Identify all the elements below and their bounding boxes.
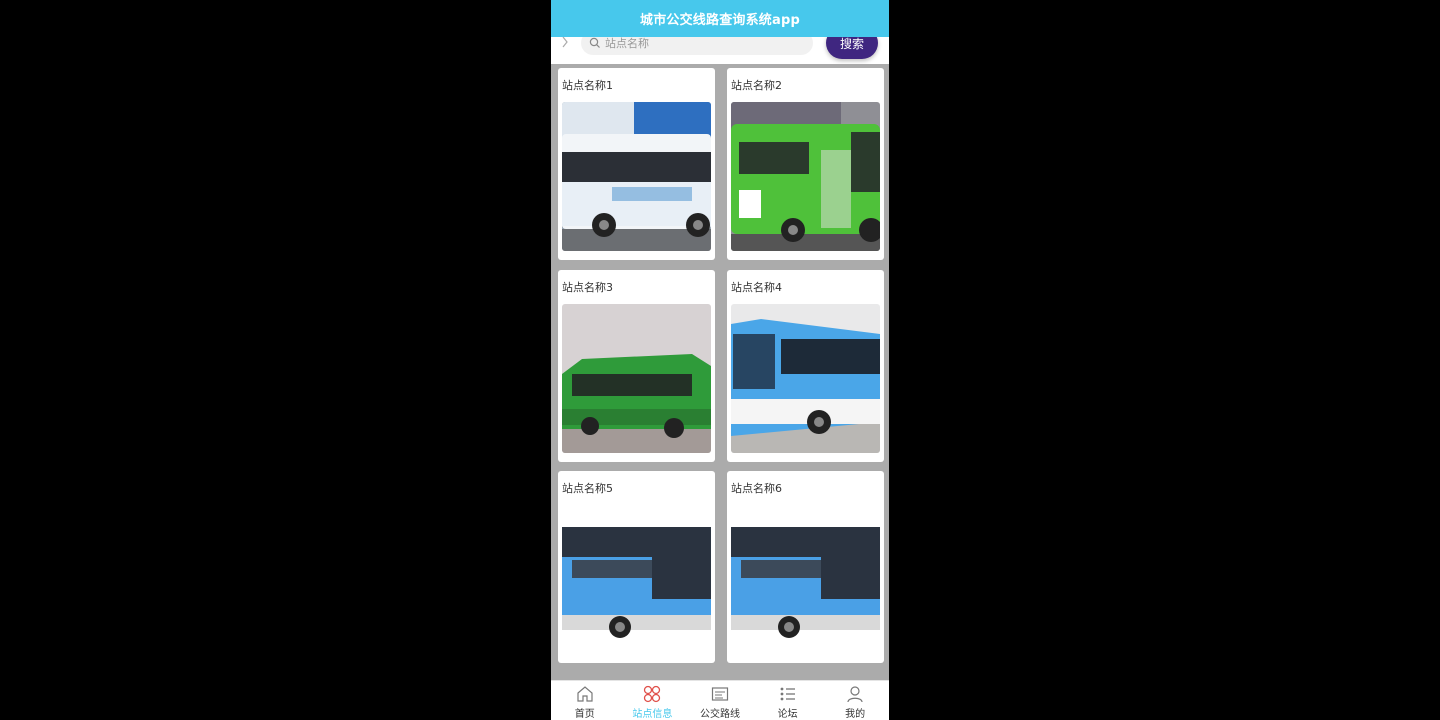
user-icon	[847, 686, 863, 703]
station-name: 站点名称5	[562, 482, 613, 495]
tab-label: 站点信息	[632, 709, 673, 720]
forum-icon	[780, 687, 795, 701]
search-bar: 站点名称 搜索	[551, 37, 889, 64]
search-placeholder: 站点名称	[605, 37, 649, 50]
station-name: 站点名称4	[731, 281, 782, 294]
station-name: 站点名称2	[731, 79, 782, 92]
search-icon	[589, 37, 600, 48]
station-name: 站点名称6	[731, 482, 782, 495]
station-image	[731, 304, 880, 453]
station-card[interactable]: 站点名称5	[558, 471, 715, 663]
station-image	[731, 505, 880, 654]
phone-screen: 城市公交线路查询系统app 站点名称 搜索 站点名称1 站点名称2 站点名称3 …	[551, 0, 889, 720]
station-image	[562, 102, 711, 251]
back-chevron-icon[interactable]	[559, 37, 571, 49]
station-name: 站点名称1	[562, 79, 613, 92]
tab-label: 论坛	[777, 709, 798, 720]
station-card[interactable]: 站点名称6	[727, 471, 884, 663]
app-title: 城市公交线路查询系统app	[640, 13, 800, 28]
station-image	[731, 102, 880, 251]
tab-bus-routes[interactable]: 公交路线	[686, 681, 754, 720]
station-image	[562, 304, 711, 453]
station-card[interactable]: 站点名称3	[558, 270, 715, 462]
search-button[interactable]: 搜索	[826, 37, 878, 59]
tab-label: 公交路线	[699, 709, 740, 720]
bottom-tab-bar: 首页 站点信息 公交路线 论坛 我的	[551, 680, 889, 720]
station-card[interactable]: 站点名称2	[727, 68, 884, 260]
route-icon	[711, 687, 729, 701]
tab-label: 首页	[574, 709, 595, 720]
home-icon	[577, 686, 593, 702]
station-card[interactable]: 站点名称4	[727, 270, 884, 462]
search-input[interactable]: 站点名称	[581, 37, 813, 55]
app-title-bar: 城市公交线路查询系统app	[551, 0, 889, 37]
tab-forum[interactable]: 论坛	[754, 681, 822, 720]
station-icon	[644, 685, 661, 703]
station-image	[562, 505, 711, 654]
station-card[interactable]: 站点名称1	[558, 68, 715, 260]
tab-mine[interactable]: 我的	[821, 681, 889, 720]
tab-home[interactable]: 首页	[551, 681, 619, 720]
tab-station-info[interactable]: 站点信息	[619, 681, 687, 720]
tab-label: 我的	[845, 709, 866, 720]
station-name: 站点名称3	[562, 281, 613, 294]
